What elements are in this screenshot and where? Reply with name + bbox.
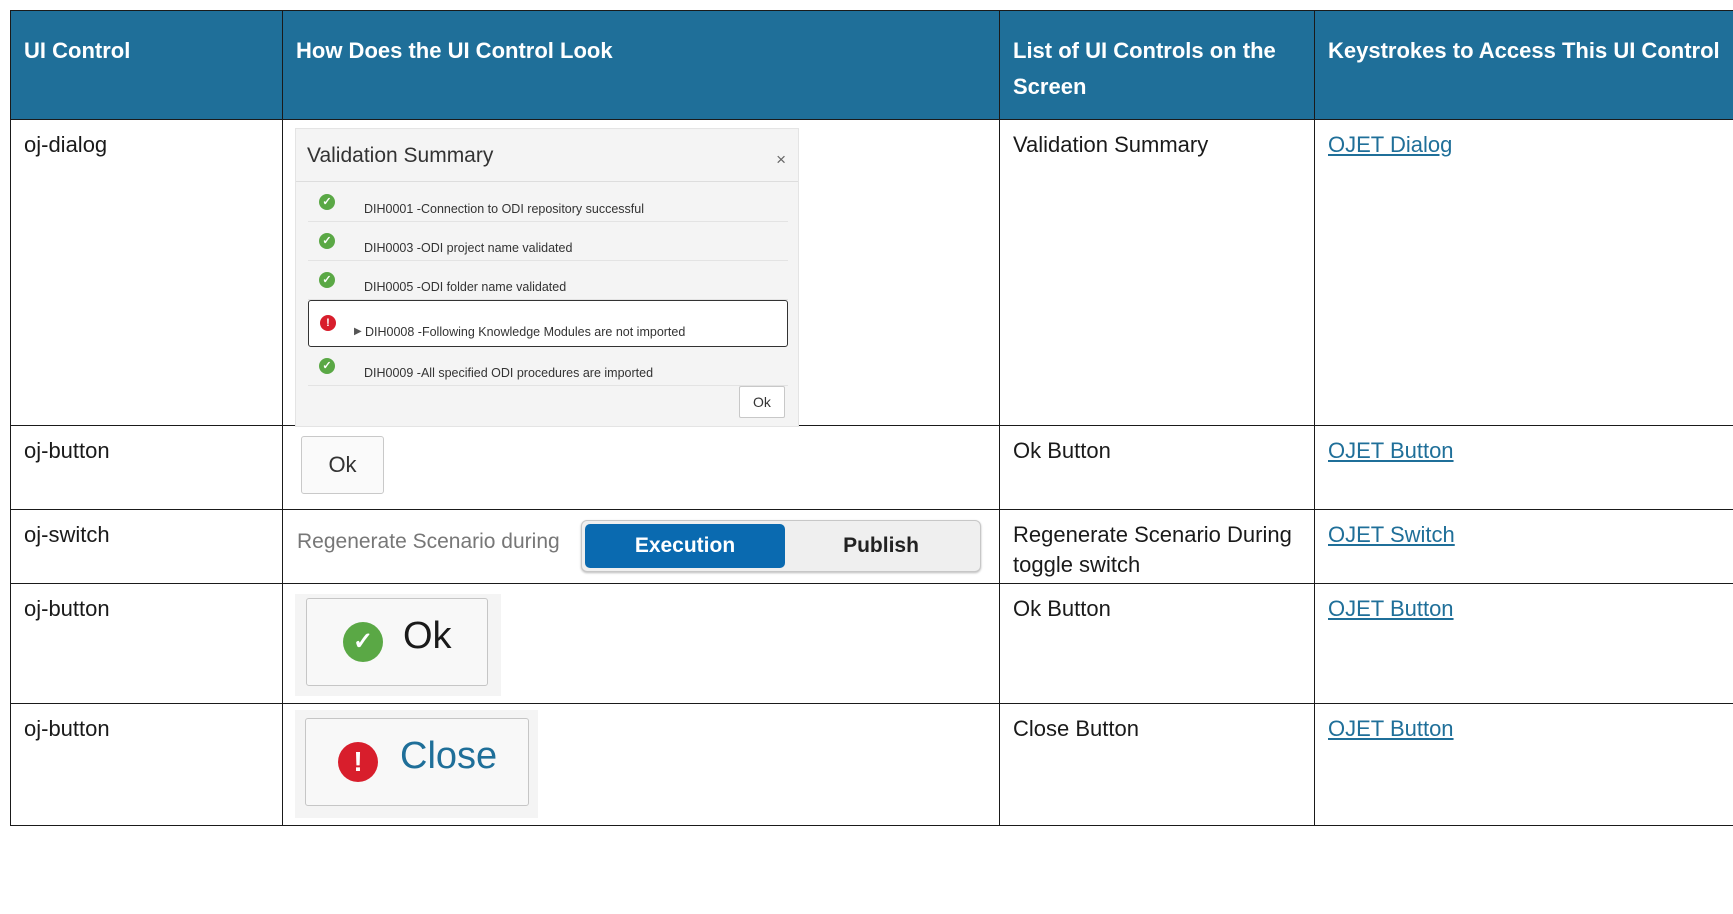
look-cell: Validation Summary × ✓ DIH0001 -Connecti… [282,119,1000,427]
validation-dialog: Validation Summary × ✓ DIH0001 -Connecti… [295,128,799,427]
list-item: ✓ DIH0003 -ODI project name validated [308,222,788,261]
ojet-button-link[interactable]: OJET Button [1328,716,1454,741]
look-cell: ! Close [282,703,1000,826]
check-circle-icon: ✓ [319,233,335,249]
ok-icon-button[interactable]: ✓ Ok [306,598,488,686]
header-keystrokes: Keystrokes to Access This UI Control [1314,10,1733,120]
button-label: Ok [403,615,452,657]
ojet-dialog-link[interactable]: OJET Dialog [1328,132,1452,157]
close-button[interactable]: ! Close [305,718,529,806]
item-text: DIH0008 -Following Knowledge Modules are… [365,325,686,339]
look-cell: Ok [282,425,1000,510]
exclamation-circle-icon: ! [338,742,378,782]
switch-label: Regenerate Scenario during [297,530,560,553]
check-circle-icon: ✓ [319,272,335,288]
check-circle-icon: ✓ [319,194,335,210]
ojet-switch-link[interactable]: OJET Switch [1328,522,1455,547]
header-ui-control: UI Control [10,10,283,120]
look-cell: ✓ Ok [282,583,1000,704]
control-cell: oj-switch [10,509,283,584]
ok-button-preview: ✓ Ok [295,594,501,696]
header-list: List of UI Controls on the Screen [999,10,1315,120]
table-row: oj-dialog Validation Summary × ✓ DIH0001… [10,119,1733,427]
list-cell: Ok Button [999,425,1315,510]
link-cell: OJET Button [1314,703,1733,826]
link-cell: OJET Switch [1314,509,1733,584]
table-row: oj-button ✓ Ok Ok Button OJET Button [10,583,1733,704]
item-text: DIH0001 -Connection to ODI repository su… [364,202,644,216]
header-look: How Does the UI Control Look [282,10,1000,120]
list-cell: Regenerate Scenario During toggle switch [999,509,1315,584]
dialog-divider [296,181,798,182]
switch-option-publish[interactable]: Publish [786,524,976,568]
look-cell: Regenerate Scenario during Execution Pub… [282,509,1000,584]
list-cell: Ok Button [999,583,1315,704]
item-text: DIH0009 -All specified ODI procedures ar… [364,366,654,380]
list-cell: Validation Summary [999,119,1315,426]
close-icon[interactable]: × [776,145,786,175]
control-cell: oj-button [10,425,283,510]
ojet-button-link[interactable]: OJET Button [1328,596,1454,621]
list-cell: Close Button [999,703,1315,826]
validation-list: ✓ DIH0001 -Connection to ODI repository … [308,183,788,386]
ui-controls-table: UI Control How Does the UI Control Look … [10,10,1733,826]
button-label: Close [400,735,498,777]
table-row: oj-button ! Close Close Button OJET Butt… [10,703,1733,826]
item-text: DIH0005 -ODI folder name validated [364,280,567,294]
table-row: oj-switch Regenerate Scenario during Exe… [10,509,1733,584]
list-item: ✓ DIH0009 -All specified ODI procedures … [308,347,788,386]
close-button-preview: ! Close [295,710,538,818]
link-cell: OJET Dialog [1314,119,1733,426]
link-cell: OJET Button [1314,425,1733,510]
check-circle-icon: ✓ [319,358,335,374]
control-cell: oj-dialog [10,119,283,426]
control-cell: oj-button [10,703,283,826]
dialog-ok-button[interactable]: Ok [739,386,785,418]
expand-triangle-icon[interactable]: ▶ [354,317,362,347]
switch-option-execution[interactable]: Execution [585,524,785,568]
table-header-row: UI Control How Does the UI Control Look … [10,10,1733,120]
list-item-error[interactable]: ! ▶ DIH0008 -Following Knowledge Modules… [308,300,788,347]
ojet-button-link[interactable]: OJET Button [1328,438,1454,463]
link-cell: OJET Button [1314,583,1733,704]
list-item: ✓ DIH0001 -Connection to ODI repository … [308,183,788,222]
ok-button[interactable]: Ok [301,436,384,494]
check-circle-icon: ✓ [343,622,383,662]
regenerate-switch[interactable]: Execution Publish [581,520,981,572]
table-row: oj-button Ok Ok Button OJET Button [10,425,1733,510]
item-text: DIH0003 -ODI project name validated [364,241,573,255]
exclamation-circle-icon: ! [320,315,336,331]
list-item: ✓ DIH0005 -ODI folder name validated [308,261,788,300]
dialog-title: Validation Summary [307,144,494,167]
control-cell: oj-button [10,583,283,704]
